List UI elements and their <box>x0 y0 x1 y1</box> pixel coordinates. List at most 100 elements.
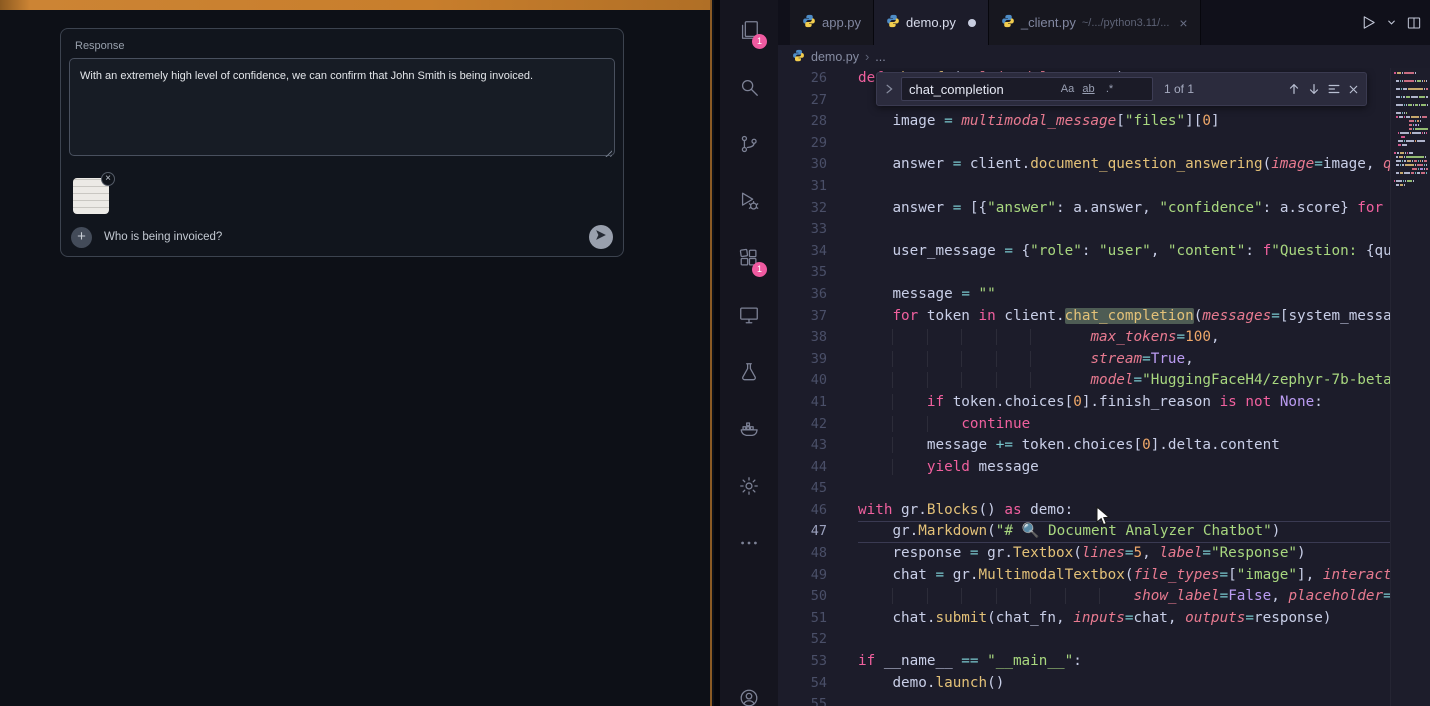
activity-run-debug-button[interactable] <box>720 175 778 232</box>
code-line-41[interactable]: 41 if token.choices[0].finish_reason is … <box>778 392 1390 414</box>
response-label: Response <box>75 40 615 52</box>
activity-more-button[interactable] <box>720 517 778 574</box>
code-line-45[interactable]: 45 <box>778 478 1390 500</box>
line-number: 27 <box>778 90 858 112</box>
code-line-36[interactable]: 36 message = "" <box>778 284 1390 306</box>
python-file-icon <box>802 14 816 31</box>
activity-extensions-button[interactable]: 1 <box>720 232 778 289</box>
close-find-button[interactable] <box>1347 83 1360 96</box>
line-number: 32 <box>778 198 858 220</box>
activity-docker-button[interactable] <box>720 403 778 460</box>
split-editor-button[interactable] <box>1406 15 1422 31</box>
line-number: 53 <box>778 651 858 673</box>
whole-word-toggle[interactable]: ab <box>1078 79 1099 99</box>
activity-search-button[interactable] <box>720 61 778 118</box>
line-number: 31 <box>778 176 858 198</box>
code-line-42[interactable]: 42 continue <box>778 414 1390 436</box>
toggle-replace-icon[interactable] <box>883 83 895 95</box>
run-button[interactable] <box>1360 14 1377 31</box>
window-titlebar <box>0 0 710 10</box>
code-line-48[interactable]: 48 response = gr.Textbox(lines=5, label=… <box>778 543 1390 565</box>
attachment-thumbnail[interactable]: × <box>73 178 109 214</box>
code-editor[interactable]: 26def chat_fn(multimodal_message):2728 i… <box>778 68 1390 706</box>
close-icon[interactable]: × <box>1179 15 1187 31</box>
code-line-53[interactable]: 53if __name__ == "__main__": <box>778 651 1390 673</box>
code-line-34[interactable]: 34 user_message = {"role": "user", "cont… <box>778 241 1390 263</box>
code-line-30[interactable]: 30 answer = client.document_question_ans… <box>778 154 1390 176</box>
code-line-52[interactable]: 52 <box>778 629 1390 651</box>
chat-input-text[interactable]: Who is being invoiced? <box>104 231 577 243</box>
remove-attachment-button[interactable]: × <box>101 172 115 186</box>
tab-app.py[interactable]: app.py <box>790 0 874 45</box>
line-number: 35 <box>778 262 858 284</box>
line-number: 45 <box>778 478 858 500</box>
minimap[interactable] <box>1390 68 1430 706</box>
next-match-button[interactable] <box>1307 82 1321 96</box>
find-results-count: 1 of 1 <box>1164 82 1194 96</box>
paper-plane-icon <box>595 228 607 246</box>
code-line-33[interactable]: 33 <box>778 219 1390 241</box>
activity-account[interactable] <box>720 684 778 706</box>
code-line-51[interactable]: 51 chat.submit(chat_fn, inputs=chat, out… <box>778 608 1390 630</box>
editor-lines: 26def chat_fn(multimodal_message):2728 i… <box>778 68 1390 706</box>
editor-actions <box>1356 0 1426 45</box>
match-case-toggle[interactable]: Aa <box>1057 79 1078 99</box>
activity-gear-button[interactable] <box>720 460 778 517</box>
line-number: 36 <box>778 284 858 306</box>
line-number: 29 <box>778 133 858 155</box>
response-textarea[interactable]: With an extremely high level of confiden… <box>69 58 615 156</box>
tab-_client.py[interactable]: _client.py~/.../python3.11/...× <box>989 0 1201 45</box>
add-file-button[interactable]: + <box>71 227 92 248</box>
find-in-selection-button[interactable] <box>1327 82 1341 96</box>
tab-bar-lead <box>778 0 790 45</box>
remote-explorer-icon <box>738 304 760 331</box>
breadcrumb: demo.py › ... <box>778 45 1390 68</box>
code-line-55[interactable]: 55 <box>778 694 1390 706</box>
code-line-28[interactable]: 28 image = multimodal_message["files"][0… <box>778 111 1390 133</box>
tab-bar: app.pydemo.py_client.py~/.../python3.11/… <box>778 0 1430 45</box>
find-input[interactable] <box>909 82 1057 97</box>
activity-files-button[interactable]: 1 <box>720 4 778 61</box>
source-control-icon <box>738 133 760 160</box>
line-number: 34 <box>778 241 858 263</box>
code-line-32[interactable]: 32 answer = [{"answer": a.answer, "confi… <box>778 198 1390 220</box>
line-number: 43 <box>778 435 858 457</box>
code-line-49[interactable]: 49 chat = gr.MultimodalTextbox(file_type… <box>778 565 1390 587</box>
line-number: 41 <box>778 392 858 414</box>
code-line-50[interactable]: 50 show_label=False, placeholder="Who is… <box>778 586 1390 608</box>
gear-icon <box>738 475 760 502</box>
python-file-icon <box>886 14 900 31</box>
code-line-29[interactable]: 29 <box>778 133 1390 155</box>
docker-icon <box>738 418 760 445</box>
activity-testing-button[interactable] <box>720 346 778 403</box>
app-group-box: Response With an extremely high level of… <box>60 28 624 257</box>
line-number: 37 <box>778 306 858 328</box>
python-file-icon <box>792 49 805 65</box>
code-line-39[interactable]: 39 stream=True, <box>778 349 1390 371</box>
activity-remote-explorer-button[interactable] <box>720 289 778 346</box>
tab-demo.py[interactable]: demo.py <box>874 0 989 45</box>
previous-match-button[interactable] <box>1287 82 1301 96</box>
modified-dot-icon[interactable] <box>968 19 976 27</box>
line-number: 26 <box>778 68 858 90</box>
send-button[interactable] <box>589 225 613 249</box>
chevron-down-icon[interactable] <box>1386 17 1397 28</box>
activity-bar: 11 <box>720 0 778 706</box>
regex-toggle[interactable]: .* <box>1099 79 1120 99</box>
code-line-37[interactable]: 37 for token in client.chat_completion(m… <box>778 306 1390 328</box>
code-line-38[interactable]: 38 max_tokens=100, <box>778 327 1390 349</box>
tab-description: ~/.../python3.11/... <box>1082 17 1170 29</box>
code-line-54[interactable]: 54 demo.launch() <box>778 673 1390 695</box>
code-line-40[interactable]: 40 model="HuggingFaceH4/zephyr-7b-beta") <box>778 370 1390 392</box>
line-number: 48 <box>778 543 858 565</box>
code-line-31[interactable]: 31 <box>778 176 1390 198</box>
code-line-46[interactable]: 46with gr.Blocks() as demo: <box>778 500 1390 522</box>
tab-bar-tabs: app.pydemo.py_client.py~/.../python3.11/… <box>790 0 1201 45</box>
code-line-35[interactable]: 35 <box>778 262 1390 284</box>
code-line-47[interactable]: 47 gr.Markdown("# 🔍 Document Analyzer Ch… <box>778 521 1390 543</box>
activity-source-control-button[interactable] <box>720 118 778 175</box>
code-line-44[interactable]: 44 yield message <box>778 457 1390 479</box>
code-line-43[interactable]: 43 message += token.choices[0].delta.con… <box>778 435 1390 457</box>
breadcrumb-more[interactable]: ... <box>875 50 885 64</box>
breadcrumb-file[interactable]: demo.py <box>811 50 859 64</box>
